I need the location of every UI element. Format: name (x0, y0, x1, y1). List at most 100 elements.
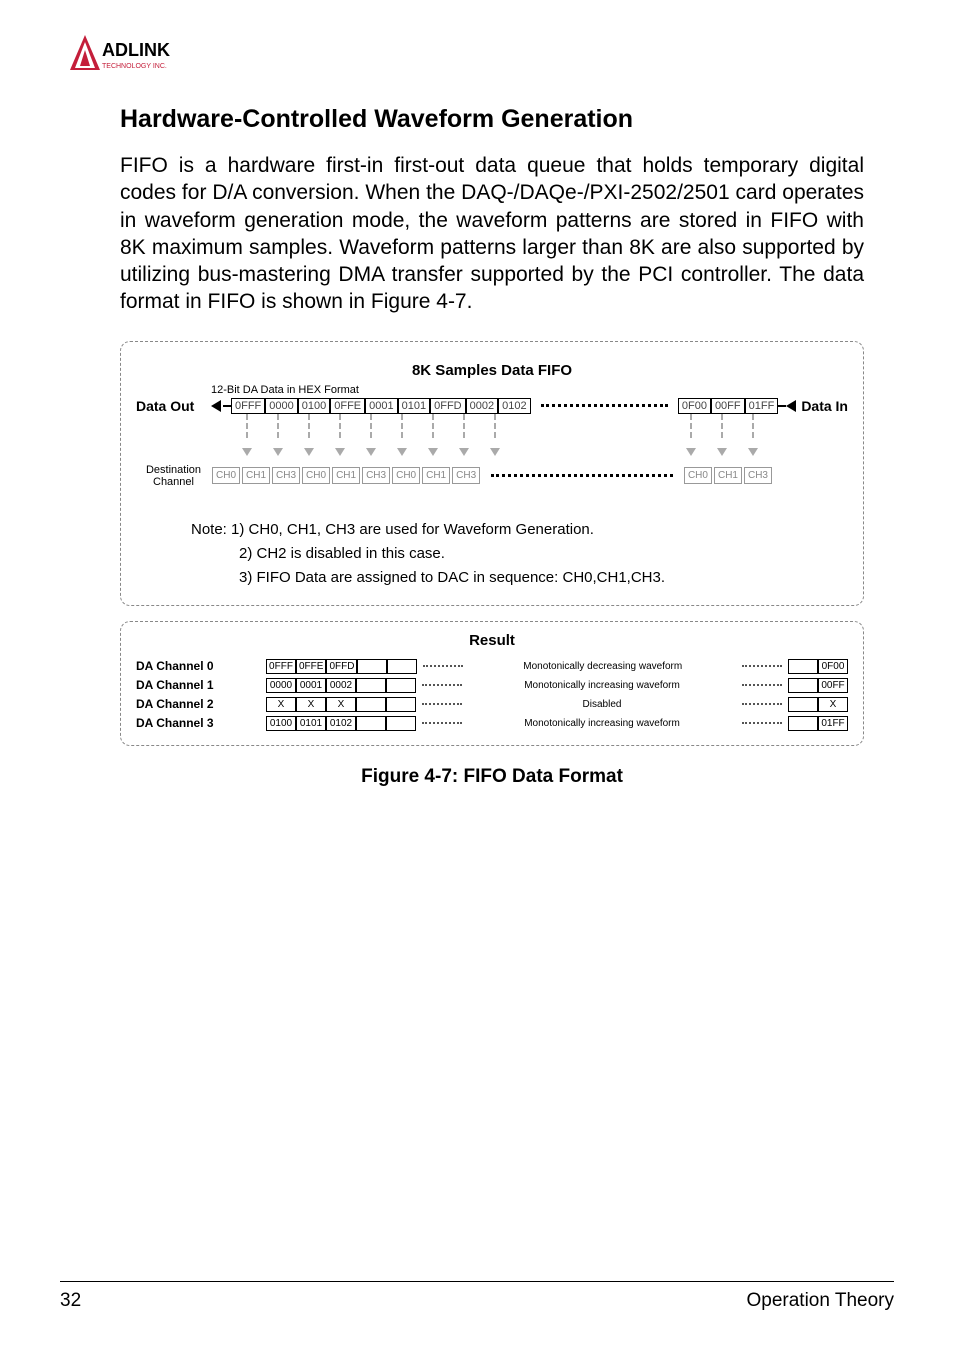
ellipsis (742, 684, 782, 686)
fifo-notes: Note: 1) CH0, CH1, CH3 are used for Wave… (191, 518, 848, 590)
result-cell: 0102 (326, 716, 356, 731)
down-arrow-icon (324, 443, 355, 461)
down-arrow-icon (231, 443, 262, 461)
fifo-cell: 0FFE (330, 398, 365, 414)
ellipsis (422, 722, 462, 724)
result-cell: X (326, 697, 356, 712)
destination-label: Destination Channel (136, 464, 211, 488)
down-arrow-icon (448, 443, 479, 461)
channel-cell: CH1 (422, 467, 450, 484)
down-arrow-icon (737, 443, 768, 461)
down-arrow-icon (386, 443, 417, 461)
body-text: FIFO is a hardware first-in first-out da… (120, 152, 864, 316)
ellipsis (491, 474, 673, 477)
ellipsis (742, 703, 782, 705)
result-cell: 0002 (326, 678, 356, 693)
result-cell-empty (788, 659, 818, 674)
destination-row: Destination Channel CH0CH1CH3CH0CH1CH3CH… (136, 464, 848, 488)
figure-caption: Figure 4-7: FIFO Data Format (120, 766, 864, 788)
result-cell-empty (788, 678, 818, 693)
fifo-cell: 0101 (398, 398, 430, 414)
channel-cell: CH3 (452, 467, 480, 484)
down-arrow-icon (262, 443, 293, 461)
result-cell-empty (356, 716, 386, 731)
result-description: Monotonically increasing waveform (468, 680, 736, 691)
down-arrow-icon (706, 443, 737, 461)
result-diagram: Result DA Channel 00FFF0FFE0FFD Monotoni… (120, 621, 864, 746)
ellipsis (742, 665, 782, 667)
section-title: Hardware-Controlled Waveform Generation (120, 105, 864, 134)
logo: ADLINK TECHNOLOGY INC. (60, 30, 894, 85)
channel-cell: CH0 (212, 467, 240, 484)
data-out-label: Data Out (136, 398, 211, 414)
hex-note: 12-Bit DA Data in HEX Format (211, 384, 848, 396)
result-row-label: DA Channel 1 (136, 678, 246, 692)
result-cell: 0000 (266, 678, 296, 693)
down-arrow-icon (479, 443, 510, 461)
fifo-title: 8K Samples Data FIFO (136, 362, 848, 379)
result-cell-empty (387, 659, 417, 674)
fifo-diagram: 8K Samples Data FIFO 12-Bit DA Data in H… (120, 341, 864, 606)
result-row-label: DA Channel 2 (136, 697, 246, 711)
ellipsis (541, 404, 668, 407)
ellipsis (422, 684, 462, 686)
result-cell-end: 00FF (818, 678, 848, 693)
result-cell: 0FFE (296, 659, 326, 674)
result-row: DA Channel 1 000000010002 Monotonically i… (136, 678, 848, 693)
ellipsis (423, 665, 463, 667)
result-row: DA Channel 3010001010102 Monotonically i… (136, 716, 848, 731)
result-row: DA Channel 2XXX Disabled X (136, 697, 848, 712)
result-cell: 0101 (296, 716, 326, 731)
result-cell-empty (386, 678, 416, 693)
note-2: 2) CH2 is disabled in this case. (239, 542, 848, 566)
result-cell: 0001 (296, 678, 326, 693)
channel-cell: CH0 (684, 467, 712, 484)
fifo-cell: 01FF (745, 398, 779, 414)
channel-cell: CH3 (362, 467, 390, 484)
fifo-cell: 0F00 (678, 398, 711, 414)
result-cell-empty (788, 716, 818, 731)
result-cell-end: 01FF (818, 716, 848, 731)
result-row-label: DA Channel 0 (136, 659, 246, 673)
result-cell: 0100 (266, 716, 296, 731)
logo-sub: TECHNOLOGY INC. (102, 63, 167, 70)
channel-cell: CH0 (392, 467, 420, 484)
result-cell-empty (386, 716, 416, 731)
fifo-cell: 00FF (711, 398, 745, 414)
result-cell: X (296, 697, 326, 712)
arrow-left-icon (786, 400, 796, 412)
down-arrow-icon (355, 443, 386, 461)
result-cell: 0FFF (266, 659, 296, 674)
result-cell: 0FFD (326, 659, 357, 674)
fifo-cell: 0FFD (430, 398, 466, 414)
result-cell: X (266, 697, 296, 712)
result-cell-empty (357, 659, 387, 674)
page-number: 32 (60, 1290, 81, 1312)
channel-cell: CH1 (714, 467, 742, 484)
result-cell-empty (386, 697, 416, 712)
down-arrow-icon (417, 443, 448, 461)
channel-cell: CH3 (272, 467, 300, 484)
down-arrow-icon (293, 443, 324, 461)
page-footer: 32 Operation Theory (60, 1281, 894, 1312)
result-cell-empty (356, 697, 386, 712)
channel-cell: CH0 (302, 467, 330, 484)
result-cell-empty (356, 678, 386, 693)
down-arrow-icon (675, 443, 706, 461)
ellipsis (742, 722, 782, 724)
result-row: DA Channel 00FFF0FFE0FFD Monotonically d… (136, 659, 848, 674)
fifo-cell: 0000 (265, 398, 297, 414)
footer-section: Operation Theory (746, 1290, 894, 1312)
result-cell-end: X (818, 697, 848, 712)
result-description: Disabled (468, 699, 736, 710)
channel-cell: CH1 (242, 467, 270, 484)
logo-brand: ADLINK (102, 40, 170, 60)
result-cell-empty (788, 697, 818, 712)
fifo-cell: 0102 (498, 398, 530, 414)
note-3: 3) FIFO Data are assigned to DAC in sequ… (239, 566, 848, 590)
fifo-cell: 0001 (365, 398, 397, 414)
fifo-cell: 0FFF (231, 398, 265, 414)
ellipsis (422, 703, 462, 705)
fifo-cell: 0002 (466, 398, 498, 414)
channel-cell: CH3 (744, 467, 772, 484)
